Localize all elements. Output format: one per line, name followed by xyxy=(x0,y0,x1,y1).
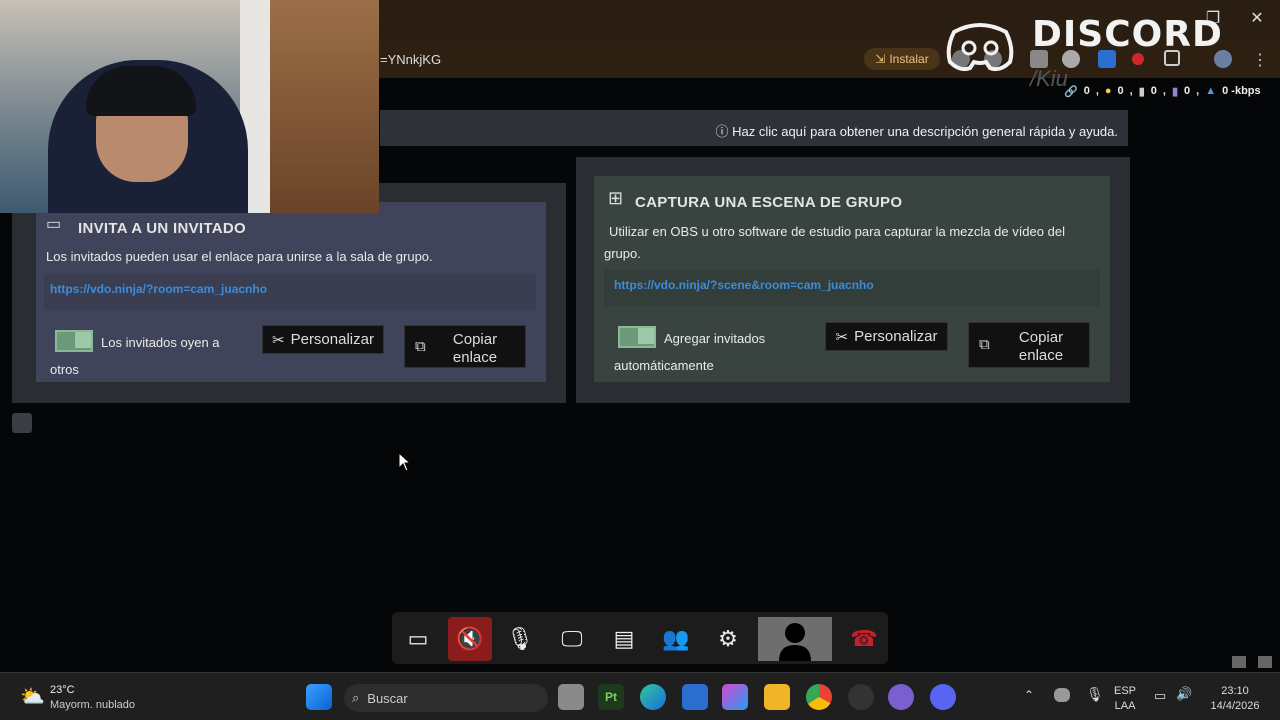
guest-link-box[interactable]: https://vdo.ninja/?room=cam_juacnho xyxy=(44,274,536,310)
copy-label: Copiar xyxy=(452,331,498,348)
clock-time: 23:10 xyxy=(1221,685,1249,697)
pycharm-icon[interactable]: Pt xyxy=(598,684,624,710)
invite-guest-title: INVITA A UN INVITADO xyxy=(78,220,246,237)
help-banner[interactable]: ⓘ Haz clic aquí para obtener una descrip… xyxy=(380,110,1128,146)
customize-button[interactable]: ✂ Personalizar xyxy=(825,322,948,351)
weather-temp[interactable]: 23°C xyxy=(50,684,75,696)
discord-taskbar-icon[interactable] xyxy=(930,684,956,710)
stack-icon: ▮ xyxy=(1171,85,1179,98)
toggle-label: automáticamente xyxy=(614,358,714,373)
network-icon[interactable]: ▭ xyxy=(1154,688,1166,704)
microphone-icon[interactable]: 🎙 xyxy=(498,617,542,661)
speaker-muted-icon[interactable]: 🔇 xyxy=(448,617,492,661)
discord-overlay-text: /Kiu xyxy=(1030,66,1068,91)
scene-link-box[interactable]: https://vdo.ninja/?scene&room=cam_juacnh… xyxy=(604,270,1100,306)
hangup-icon[interactable]: ☎ xyxy=(842,617,886,661)
webcam-feed xyxy=(0,0,379,213)
weather-desc[interactable]: Mayorm. nublado xyxy=(50,699,135,711)
chrome-icon[interactable] xyxy=(806,684,832,710)
weather-icon[interactable]: ⛅ xyxy=(20,684,45,709)
url-text[interactable]: =YNnkjKG xyxy=(380,52,441,67)
copy-label: Copiar xyxy=(1018,329,1064,346)
copy-icon: ⧉ xyxy=(415,338,426,355)
list-icon[interactable]: ▤ xyxy=(602,617,646,661)
copy-icon: ⧉ xyxy=(979,336,990,353)
toggle-label: Agregar invitados xyxy=(664,331,766,346)
customize-button[interactable]: ✂ Personalizar xyxy=(262,325,384,354)
search-icon: ⌕ xyxy=(352,690,360,705)
help-icon: ⓘ xyxy=(715,124,729,139)
group-scene-title: CAPTURA UNA ESCENA DE GRUPO xyxy=(635,194,903,211)
install-label: Instalar xyxy=(889,52,929,66)
guests-hear-others-toggle[interactable] xyxy=(55,330,93,352)
copy-label: enlace xyxy=(452,349,498,366)
customize-label: Personalizar xyxy=(290,331,374,348)
clock[interactable]: 23:10 14/4/2026 xyxy=(1204,684,1266,714)
store-icon[interactable] xyxy=(682,684,708,710)
mic-icon: ▮ xyxy=(1138,85,1145,98)
upload-icon: ▲ xyxy=(1205,85,1217,97)
scene-link[interactable]: https://vdo.ninja/?scene&room=cam_juacnh… xyxy=(604,270,1100,300)
onedrive-icon[interactable] xyxy=(1054,688,1070,702)
group-scene-desc: Utilizar en OBS u otro software de estud… xyxy=(609,224,1065,239)
obs-icon[interactable] xyxy=(848,684,874,710)
copy-label: enlace xyxy=(1018,347,1064,364)
taskbar-search[interactable]: ⌕ Buscar xyxy=(344,684,548,712)
chat-app-icon[interactable] xyxy=(888,684,914,710)
translate-icon[interactable] xyxy=(1232,656,1246,668)
install-icon: ⇲ xyxy=(875,52,886,66)
m365-icon[interactable] xyxy=(722,684,748,710)
keyboard-icon[interactable] xyxy=(1258,656,1272,668)
tray-mic-icon[interactable]: 🎙 xyxy=(1086,686,1104,703)
lang-layout: LAA xyxy=(1114,700,1136,712)
camera-icon: ▭ xyxy=(46,216,62,233)
bulb-icon: ● xyxy=(1104,85,1112,97)
search-placeholder: Buscar xyxy=(367,690,408,706)
kebab-menu-icon[interactable]: ⋮ xyxy=(1252,50,1268,70)
chevron-up-icon[interactable]: ⌃ xyxy=(1024,688,1034,702)
help-banner-text[interactable]: ⓘ Haz clic aquí para obtener una descrip… xyxy=(715,121,1118,140)
user-silhouette-icon xyxy=(779,623,811,661)
stat-value: 0 xyxy=(1150,85,1157,97)
gear-icon[interactable]: ⚙ xyxy=(706,617,750,661)
toggle-label: Los invitados oyen a xyxy=(101,335,220,350)
guest-link[interactable]: https://vdo.ninja/?room=cam_juacnho xyxy=(44,274,536,304)
stats-bar: 🔗 0, ● 0, ▮ 0, ▮ 0, ▲ 0 -kbps xyxy=(1064,85,1261,98)
customize-label: Personalizar xyxy=(854,328,938,345)
guests-settings-icon[interactable]: 👥 xyxy=(654,617,698,661)
chat-icon[interactable]: ▭ xyxy=(396,617,440,661)
stat-value: 0 xyxy=(1117,85,1124,97)
group-scene-desc: grupo. xyxy=(604,246,641,261)
folder-icon[interactable] xyxy=(764,684,790,710)
stat-value: 0 xyxy=(1184,85,1191,97)
language-indicator[interactable]: ESP LAA xyxy=(1114,684,1136,714)
invite-guest-desc: Los invitados pueden usar el enlace para… xyxy=(46,249,433,264)
auto-add-guests-toggle[interactable] xyxy=(618,326,656,348)
copy-link-button[interactable]: ⧉ Copiar enlace xyxy=(404,325,526,368)
discord-wordmark: DISCORD xyxy=(1032,14,1223,55)
close-icon[interactable]: ✕ xyxy=(1242,8,1272,28)
edge-icon[interactable] xyxy=(640,684,666,710)
volume-icon[interactable]: 🔊 xyxy=(1176,686,1192,702)
windows-start-icon[interactable] xyxy=(306,684,332,710)
stat-value: 0 xyxy=(1083,85,1090,97)
screen-share-icon[interactable]: 🖵 xyxy=(550,617,594,661)
toggle-label: otros xyxy=(50,362,79,377)
user-video-icon[interactable] xyxy=(758,617,832,661)
copy-link-button[interactable]: ⧉ Copiar enlace xyxy=(968,322,1090,368)
grid-icon: ⊞ xyxy=(608,188,624,208)
help-text: Haz clic aquí para obtener una descripci… xyxy=(732,124,1118,139)
stat-value: 0 -kbps xyxy=(1222,85,1261,97)
discord-logo xyxy=(946,23,1014,72)
link-icon: 🔗 xyxy=(1064,85,1078,98)
file-icon[interactable] xyxy=(558,684,584,710)
tools-icon: ✂ xyxy=(835,328,849,346)
small-square-button[interactable] xyxy=(12,413,32,433)
clock-date: 14/4/2026 xyxy=(1210,700,1260,712)
cursor-icon xyxy=(398,452,412,472)
install-button[interactable]: ⇲ Instalar xyxy=(864,48,940,70)
tools-icon: ✂ xyxy=(272,331,285,349)
lang-code: ESP xyxy=(1114,685,1137,697)
